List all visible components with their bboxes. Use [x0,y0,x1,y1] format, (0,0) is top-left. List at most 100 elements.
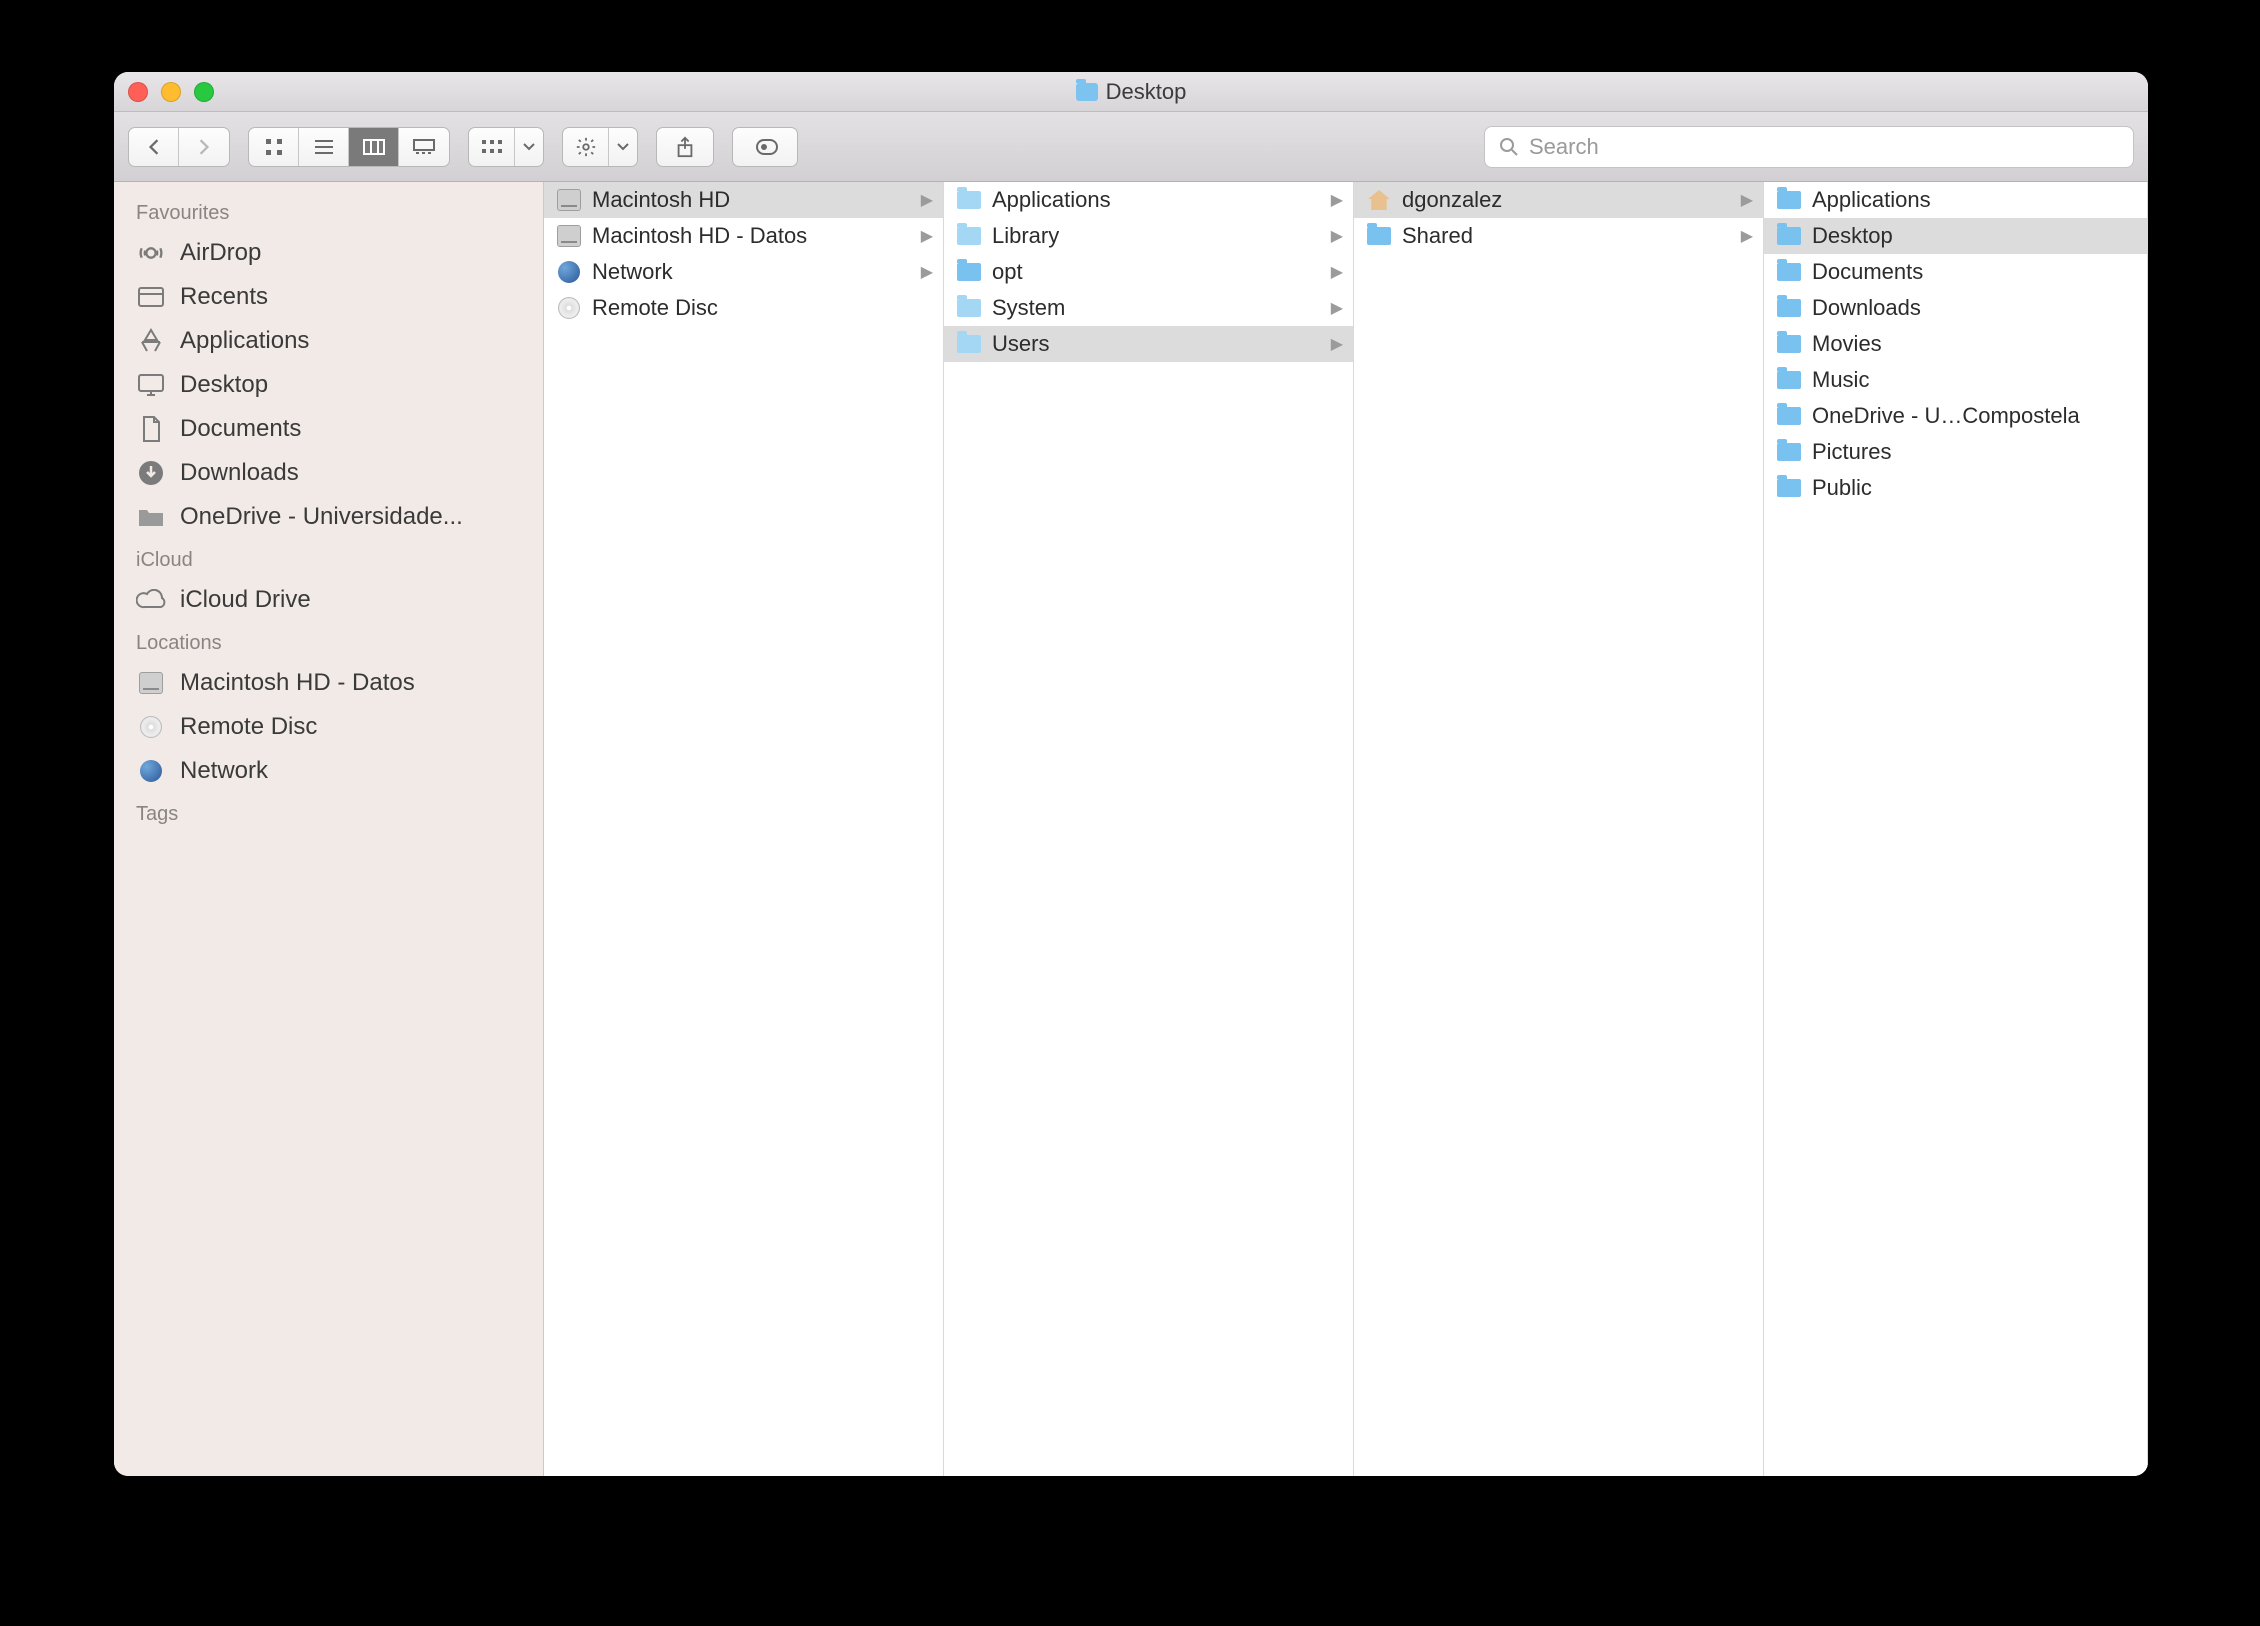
folder-icon [1776,369,1802,391]
window-title: Desktop [114,79,2148,105]
column-1: Macintosh HD▶ Macintosh HD - Datos ▶ Networ… [544,182,944,1476]
applications-icon [136,328,166,354]
browser-row[interactable]: opt▶ [944,254,1353,290]
folder-icon [1366,225,1392,247]
chevron-down-icon [515,128,543,166]
browser-row[interactable]: System ▶ [944,290,1353,326]
sidebar-section-header: Favourites [114,192,543,231]
row-label: Pictures [1812,439,1891,465]
sidebar-item-label: AirDrop [180,239,261,267]
search-icon [1499,137,1519,157]
column-4: Applications Desktop Documents DownloadsMov… [1764,182,2148,1476]
folder-icon [1776,477,1802,499]
row-label: System [992,295,1065,321]
sidebar-item-documents[interactable]: Documents [114,407,543,451]
browser-row[interactable]: Movies [1764,326,2147,362]
browser-row[interactable]: Music [1764,362,2147,398]
zoom-button[interactable] [194,82,214,102]
globe-icon [136,758,166,784]
window-controls [128,82,214,102]
edit-tags-button[interactable] [732,127,798,167]
row-label: Macintosh HD - Datos [592,223,807,249]
sidebar-item-onedrive-universidade-[interactable]: OneDrive - Universidade... [114,495,543,539]
chevron-right-icon: ▶ [1331,298,1343,318]
sidebar-item-label: Documents [180,415,301,443]
folder-icon [1776,189,1802,211]
chevron-right-icon: ▶ [921,226,933,246]
minimize-button[interactable] [161,82,181,102]
browser-row[interactable]: Users▶ [944,326,1353,362]
row-label: Remote Disc [592,295,718,321]
home-icon [1366,189,1392,211]
browser-row[interactable]: Shared▶ [1354,218,1763,254]
gallery-view-button[interactable] [399,128,449,166]
browser-row[interactable]: Desktop [1764,218,2147,254]
close-button[interactable] [128,82,148,102]
row-label: Users [992,331,1049,357]
action-menu-button[interactable] [562,127,638,167]
browser-row[interactable]: Downloads [1764,290,2147,326]
row-label: Applications [1812,187,1931,213]
toolbar: Search [114,112,2148,182]
sidebar: Favourites AirDrop Recents Applications Desk… [114,182,544,1476]
sidebar-item-remote-disc[interactable]: Remote Disc [114,705,543,749]
disc-icon [556,297,582,319]
browser-row[interactable]: Macintosh HD - Datos ▶ [544,218,943,254]
sidebar-item-label: Applications [180,327,309,355]
folder-sys-icon [956,225,982,247]
share-button[interactable] [656,127,714,167]
browser-row[interactable]: Documents [1764,254,2147,290]
folder-icon [1776,405,1802,427]
folder-grey-icon [136,504,166,530]
row-label: Desktop [1812,223,1893,249]
browser-row[interactable]: Macintosh HD▶ [544,182,943,218]
row-label: Documents [1812,259,1923,285]
search-field[interactable]: Search [1484,126,2134,168]
row-label: Library [992,223,1059,249]
sidebar-item-recents[interactable]: Recents [114,275,543,319]
browser-row[interactable]: Pictures [1764,434,2147,470]
icon-view-button[interactable] [249,128,299,166]
sidebar-item-downloads[interactable]: Downloads [114,451,543,495]
row-label: OneDrive - U…Compostela [1812,403,2080,429]
sidebar-item-label: OneDrive - Universidade... [180,503,463,531]
browser-row[interactable]: Network▶ [544,254,943,290]
sidebar-item-desktop[interactable]: Desktop [114,363,543,407]
sidebar-section-header: Tags [114,793,543,832]
sidebar-item-icloud-drive[interactable]: iCloud Drive [114,578,543,622]
sidebar-item-applications[interactable]: Applications [114,319,543,363]
browser-row[interactable]: dgonzalez▶ [1354,182,1763,218]
arrange-button[interactable] [468,127,544,167]
sidebar-item-label: Recents [180,283,268,311]
forward-button[interactable] [179,128,229,166]
browser-row[interactable]: Public [1764,470,2147,506]
hd-icon [136,670,166,696]
row-label: Applications [992,187,1111,213]
sidebar-item-macintosh-hd-datos[interactable]: Macintosh HD - Datos [114,661,543,705]
list-view-button[interactable] [299,128,349,166]
column-view-button[interactable] [349,128,399,166]
sidebar-section-header: iCloud [114,539,543,578]
cloud-icon [136,587,166,613]
share-icon [675,136,695,158]
hd-icon [556,189,582,211]
sidebar-item-airdrop[interactable]: AirDrop [114,231,543,275]
folder-icon [1776,333,1802,355]
back-button[interactable] [129,128,179,166]
globe-icon [556,261,582,283]
row-label: dgonzalez [1402,187,1502,213]
recents-icon [136,284,166,310]
browser-row[interactable]: Library▶ [944,218,1353,254]
browser-row[interactable]: Remote Disc [544,290,943,326]
chevron-right-icon: ▶ [921,190,933,210]
sidebar-item-network[interactable]: Network [114,749,543,793]
tag-icon [751,138,779,156]
chevron-right-icon: ▶ [1331,190,1343,210]
folder-sys-icon [956,189,982,211]
chevron-right-icon: ▶ [1741,226,1753,246]
sidebar-item-label: Desktop [180,371,268,399]
browser-row[interactable]: Applications ▶ [944,182,1353,218]
browser-row[interactable]: OneDrive - U…Compostela [1764,398,2147,434]
browser-row[interactable]: Applications [1764,182,2147,218]
downloads-icon [136,460,166,486]
